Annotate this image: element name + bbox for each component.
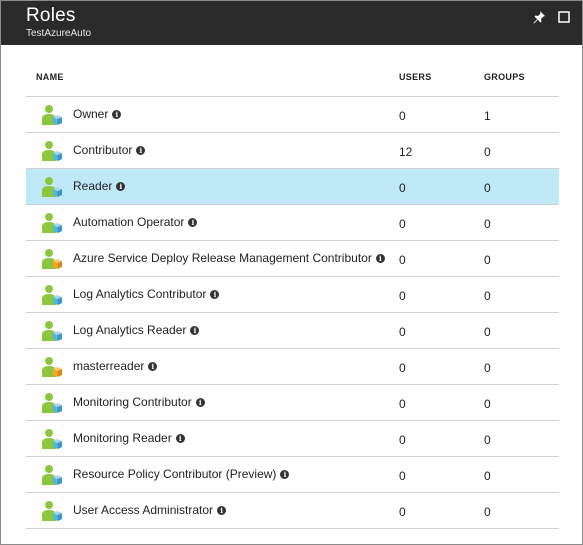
role-users-count: 0 [399,325,406,339]
info-icon[interactable]: i [195,397,205,407]
info-icon[interactable]: i [112,109,122,119]
role-icon [42,141,62,161]
role-icon [42,285,62,305]
role-groups-count: 0 [484,181,491,195]
role-users-count: 0 [399,433,406,447]
role-name: Owner i [73,107,122,121]
role-name-label: Reader [73,179,113,193]
role-users-count: 0 [399,181,406,195]
role-icon [42,501,62,521]
blade-header: Roles TestAzureAuto [1,1,582,45]
role-name-label: Resource Policy Contributor (Preview) [73,467,277,481]
role-groups-count: 0 [484,469,491,483]
table-row-resource-policy-contributor-preview[interactable]: Resource Policy Contributor (Preview) i 0… [26,457,559,493]
role-name-label: Monitoring Contributor [73,395,192,409]
info-icon[interactable]: i [210,289,220,299]
table-row-contributor[interactable]: Contributor i 12 0 [26,133,559,169]
role-groups-count: 0 [484,361,491,375]
role-users-count: 0 [399,397,406,411]
role-name: Contributor i [73,143,146,157]
role-name-label: User Access Administrator [73,503,214,517]
table-row-owner[interactable]: Owner i 0 1 [26,97,559,133]
table-row-azure-service-deploy-release-management-contributor[interactable]: Azure Service Deploy Release Management … [26,241,559,277]
info-icon[interactable]: i [188,217,198,227]
role-name: User Access Administrator i [73,503,227,517]
role-name-label: Contributor [73,143,133,157]
table-row-log-analytics-reader[interactable]: Log Analytics Reader i 0 0 [26,313,559,349]
column-header-groups[interactable]: GROUPS [484,72,525,82]
role-name-label: masterreader [73,359,145,373]
role-name: Automation Operator i [73,215,198,229]
roles-blade: Roles TestAzureAuto NAME USERS GROUPS Ow… [0,0,583,545]
role-name: Log Analytics Contributor i [73,287,220,301]
roles-table-header: NAME USERS GROUPS [26,61,559,97]
info-icon[interactable]: i [280,469,290,479]
role-icon [42,105,62,125]
role-name: Resource Policy Contributor (Preview) i [73,467,290,481]
role-users-count: 0 [399,289,406,303]
column-header-users[interactable]: USERS [399,72,432,82]
role-users-count: 0 [399,505,406,519]
table-row-user-access-administrator[interactable]: User Access Administrator i 0 0 [26,493,559,529]
role-groups-count: 0 [484,505,491,519]
role-name: Monitoring Reader i [73,431,185,445]
info-icon[interactable]: i [148,361,158,371]
role-icon [42,393,62,413]
pin-icon [533,11,545,24]
role-groups-count: 0 [484,145,491,159]
table-row-masterreader[interactable]: masterreader i 0 0 [26,349,559,385]
role-name: masterreader i [73,359,158,373]
role-users-count: 0 [399,217,406,231]
role-groups-count: 0 [484,289,491,303]
roles-table-body: Owner i 0 1 Contributor i 12 0 Reader i 0 0 [26,97,559,529]
role-icon [42,465,62,485]
role-name-label: Automation Operator [73,215,185,229]
table-row-log-analytics-contributor[interactable]: Log Analytics Contributor i 0 0 [26,277,559,313]
info-icon[interactable]: i [175,433,185,443]
role-icon [42,429,62,449]
column-header-name[interactable]: NAME [36,72,64,82]
role-users-count: 0 [399,109,406,123]
info-icon[interactable]: i [116,181,126,191]
role-users-count: 12 [399,145,413,159]
blade-title: Roles [26,5,76,26]
info-icon[interactable]: i [375,253,385,263]
role-icon [42,213,62,233]
role-groups-count: 1 [484,109,491,123]
role-users-count: 0 [399,361,406,375]
table-row-monitoring-contributor[interactable]: Monitoring Contributor i 0 0 [26,385,559,421]
info-icon[interactable]: i [190,325,200,335]
maximize-button[interactable] [554,8,574,26]
role-name-label: Log Analytics Contributor [73,287,207,301]
table-row-reader[interactable]: Reader i 0 0 [26,169,559,205]
info-icon[interactable]: i [136,145,146,155]
role-groups-count: 0 [484,325,491,339]
role-name: Reader i [73,179,126,193]
role-name-label: Monitoring Reader [73,431,172,445]
role-groups-count: 0 [484,433,491,447]
role-name: Azure Service Deploy Release Management … [73,251,385,265]
role-name: Log Analytics Reader i [73,323,200,337]
role-icon [42,177,62,197]
role-groups-count: 0 [484,217,491,231]
pin-button[interactable] [529,8,549,26]
role-groups-count: 0 [484,397,491,411]
blade-subtitle: TestAzureAuto [26,28,92,39]
role-groups-count: 0 [484,253,491,267]
role-icon [42,249,62,269]
maximize-icon [558,11,570,23]
role-users-count: 0 [399,469,406,483]
table-row-monitoring-reader[interactable]: Monitoring Reader i 0 0 [26,421,559,457]
info-icon[interactable]: i [217,505,227,515]
role-name-label: Owner [73,107,109,121]
role-icon [42,357,62,377]
role-users-count: 0 [399,253,406,267]
role-name: Monitoring Contributor i [73,395,205,409]
table-row-automation-operator[interactable]: Automation Operator i 0 0 [26,205,559,241]
role-icon [42,321,62,341]
role-name-label: Azure Service Deploy Release Management … [73,251,372,265]
role-name-label: Log Analytics Reader [73,323,187,337]
